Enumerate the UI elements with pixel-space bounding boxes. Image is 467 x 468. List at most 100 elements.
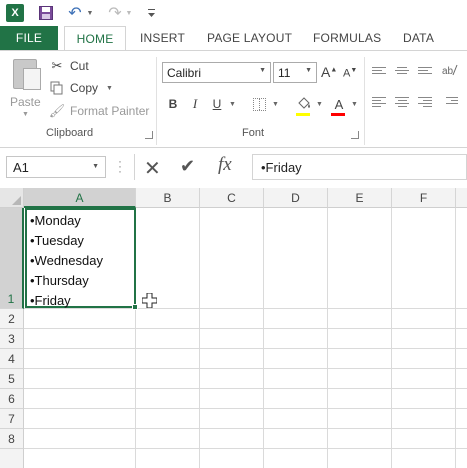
paint-bucket-icon bbox=[298, 97, 310, 109]
paste-icon bbox=[13, 59, 41, 90]
font-size-select[interactable]: 11 ▼ bbox=[273, 62, 317, 83]
tab-home[interactable]: HOME bbox=[64, 26, 126, 51]
fill-color-swatch bbox=[296, 113, 310, 116]
tab-page-layout[interactable]: PAGE LAYOUT bbox=[207, 26, 292, 50]
align-left-icon[interactable] bbox=[372, 97, 386, 109]
underline-button[interactable]: U bbox=[208, 95, 226, 113]
grow-font-icon: A bbox=[321, 64, 331, 80]
cancel-icon[interactable]: ✕ bbox=[144, 156, 161, 181]
align-top-icon[interactable] bbox=[372, 67, 386, 76]
format-painter-label: Format Painter bbox=[70, 104, 150, 118]
formula-input[interactable]: •Friday bbox=[252, 154, 467, 180]
underline-dropdown-icon[interactable]: ▼ bbox=[229, 101, 236, 108]
cell-a1-line: •Thursday bbox=[30, 273, 89, 288]
tab-insert[interactable]: INSERT bbox=[140, 26, 185, 50]
undo-icon[interactable]: ↶ bbox=[66, 3, 84, 23]
cell-a1-line: •Wednesday bbox=[30, 253, 103, 268]
format-painter-button[interactable]: 🖌 Format Painter bbox=[48, 101, 150, 121]
cell-a1-line: •Tuesday bbox=[30, 233, 84, 248]
row-header-6[interactable]: 6 bbox=[0, 389, 24, 409]
align-right-icon[interactable] bbox=[418, 97, 432, 109]
column-header-a[interactable]: A bbox=[24, 188, 136, 208]
italic-button[interactable]: I bbox=[186, 95, 204, 113]
row-header-partial[interactable] bbox=[0, 449, 24, 468]
column-header-e[interactable]: E bbox=[328, 188, 392, 208]
insert-function-icon[interactable]: fx bbox=[218, 154, 232, 176]
paste-label: Paste bbox=[10, 95, 41, 109]
font-color-button[interactable]: A bbox=[330, 95, 348, 113]
clipboard-launcher-icon[interactable] bbox=[145, 131, 153, 139]
row-header-5[interactable]: 5 bbox=[0, 369, 24, 389]
grid-line bbox=[199, 208, 200, 468]
grid-line bbox=[263, 208, 264, 468]
font-color-dropdown-icon[interactable]: ▼ bbox=[351, 101, 358, 108]
tab-formulas[interactable]: FORMULAS bbox=[313, 26, 381, 50]
clipboard-group-label: Clipboard bbox=[46, 127, 94, 139]
decrease-indent-icon[interactable] bbox=[446, 97, 458, 106]
worksheet-grid[interactable]: A B C D E F 1 2 3 4 5 6 7 8 •Monday •Tue… bbox=[0, 188, 467, 468]
resize-handle-icon[interactable]: · · · bbox=[118, 155, 124, 177]
tab-data[interactable]: DATA bbox=[403, 26, 434, 50]
align-middle-icon[interactable] bbox=[395, 67, 409, 76]
column-header-b[interactable]: B bbox=[136, 188, 200, 208]
paste-button[interactable]: Paste ▼ bbox=[8, 57, 44, 119]
enter-icon[interactable]: ✔ bbox=[180, 156, 195, 177]
bold-button[interactable]: B bbox=[164, 95, 182, 113]
row-header-7[interactable]: 7 bbox=[0, 409, 24, 429]
grid-line bbox=[24, 448, 467, 449]
cut-button[interactable]: ✂ Cut bbox=[48, 56, 89, 76]
column-header-f[interactable]: F bbox=[392, 188, 456, 208]
fill-color-dropdown-icon[interactable]: ▼ bbox=[316, 101, 323, 108]
grid-line bbox=[24, 348, 467, 349]
orientation-icon[interactable]: ab bbox=[442, 63, 458, 80]
name-box[interactable]: A1 ▼ bbox=[6, 156, 106, 178]
save-icon[interactable] bbox=[38, 3, 54, 23]
font-family-select[interactable]: Calibri ▼ bbox=[162, 62, 271, 83]
borders-icon bbox=[252, 97, 266, 111]
font-size-value: 11 bbox=[278, 66, 291, 80]
font-launcher-icon[interactable] bbox=[351, 131, 359, 139]
row-header-1[interactable]: 1 bbox=[0, 208, 24, 309]
paintbrush-icon: 🖌 bbox=[48, 103, 66, 118]
quick-access-toolbar: X ↶ ▼ ↷ ▼ bbox=[0, 0, 467, 26]
borders-dropdown-icon[interactable]: ▼ bbox=[272, 101, 279, 108]
increase-font-size-button[interactable]: A▲ bbox=[321, 64, 337, 80]
borders-button[interactable] bbox=[250, 95, 268, 113]
grid-line bbox=[327, 208, 328, 468]
customize-qat-icon[interactable] bbox=[146, 3, 156, 23]
tab-file[interactable]: FILE bbox=[0, 26, 58, 50]
column-header-partial[interactable] bbox=[456, 188, 467, 208]
cell-a1-line: •Monday bbox=[30, 213, 81, 228]
align-bottom-icon[interactable] bbox=[418, 67, 432, 76]
grid-line bbox=[24, 388, 467, 389]
fill-handle[interactable] bbox=[132, 304, 138, 310]
row-header-4[interactable]: 4 bbox=[0, 349, 24, 369]
redo-icon[interactable]: ↷ bbox=[106, 3, 124, 23]
align-center-icon[interactable] bbox=[395, 97, 409, 109]
scissors-icon: ✂ bbox=[51, 58, 63, 73]
chevron-down-icon: ▼ bbox=[259, 67, 266, 74]
grid-line bbox=[24, 428, 467, 429]
font-group-label: Font bbox=[242, 127, 265, 139]
copy-dropdown-icon[interactable]: ▼ bbox=[106, 85, 113, 92]
row-header-8[interactable]: 8 bbox=[0, 429, 24, 449]
group-divider bbox=[364, 57, 365, 145]
column-header-d[interactable]: D bbox=[264, 188, 328, 208]
fill-color-button[interactable] bbox=[295, 95, 313, 113]
divider bbox=[134, 154, 135, 180]
cell-a1-line: •Friday bbox=[30, 293, 71, 308]
row-header-3[interactable]: 3 bbox=[0, 329, 24, 349]
copy-button[interactable]: Copy ▼ bbox=[48, 78, 113, 98]
undo-dropdown-icon[interactable]: ▼ bbox=[86, 3, 94, 23]
decrease-font-size-button[interactable]: A▼ bbox=[343, 67, 357, 80]
grid-line bbox=[391, 208, 392, 468]
redo-dropdown-icon[interactable]: ▼ bbox=[125, 3, 133, 23]
copy-label: Copy bbox=[70, 81, 99, 95]
grid-line bbox=[24, 328, 467, 329]
select-all-button[interactable] bbox=[0, 188, 24, 208]
paste-dropdown-icon: ▼ bbox=[22, 111, 29, 118]
row-header-2[interactable]: 2 bbox=[0, 309, 24, 329]
copy-icon bbox=[48, 80, 66, 96]
cell-a1[interactable]: •Monday •Tuesday •Wednesday •Thursday •F… bbox=[25, 208, 136, 308]
column-header-c[interactable]: C bbox=[200, 188, 264, 208]
